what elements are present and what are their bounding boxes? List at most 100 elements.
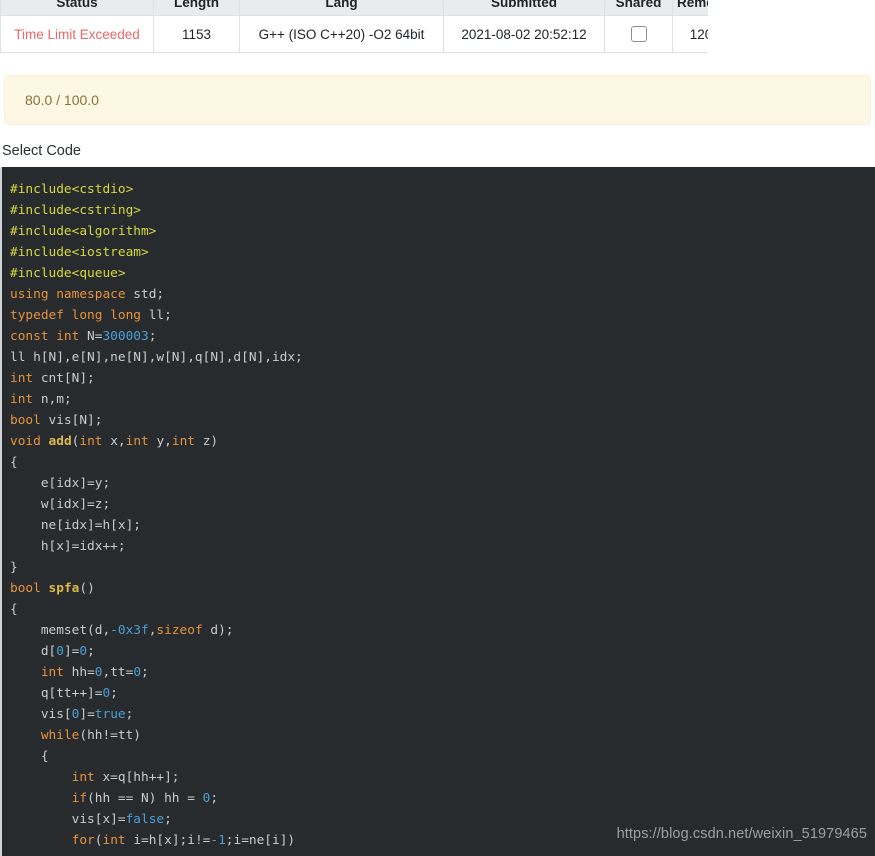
code-token: (hh == N) hh = [87, 791, 203, 806]
code-line: bool vis[N]; [10, 410, 875, 431]
code-token: int [10, 371, 34, 386]
cell-lang: G++ (ISO C++20) -O2 64bit [239, 15, 444, 53]
code-line: int cnt[N]; [10, 368, 875, 389]
column-header-remote-run-id: RemoteRunId [672, 0, 708, 16]
code-token: ,tt= [102, 665, 134, 680]
code-line: h[x]=idx++; [10, 536, 875, 557]
column-header-shared: Shared [604, 0, 673, 16]
code-token: h[x]=idx++; [10, 539, 126, 554]
code-token: if [71, 791, 88, 806]
code-token: y, [148, 434, 172, 449]
table-header-row: Status Length Lang Submitted Shared Remo… [0, 0, 708, 16]
code-token: #include<queue> [10, 266, 126, 281]
code-line: w[idx]=z; [10, 494, 875, 515]
code-token: memset(d, [10, 623, 111, 638]
code-line: bool spfa() [10, 578, 875, 599]
code-token: { [10, 602, 18, 617]
code-token: w[idx]=z; [10, 497, 111, 512]
status-badge: Time Limit Exceeded [14, 26, 140, 42]
code-line: d[0]=0; [10, 641, 875, 662]
code-token: () [79, 581, 95, 596]
code-line: memset(d,-0x3f,sizeof d); [10, 620, 875, 641]
code-token: n,m; [33, 392, 72, 407]
submission-table-body: Time Limit Exceeded 1153 G++ (ISO C++20)… [0, 15, 708, 53]
code-token: int [71, 770, 95, 785]
code-token: int [40, 665, 64, 680]
code-token: ll; [140, 308, 172, 323]
code-token: add [48, 434, 72, 449]
code-token: 0 [56, 644, 64, 659]
source-code-text: #include<cstdio> #include<cstring> #includ… [2, 179, 875, 851]
column-header-status: Status [0, 0, 154, 16]
table-row: Time Limit Exceeded 1153 G++ (ISO C++20)… [0, 15, 708, 53]
code-line: { [10, 452, 875, 473]
code-token: int [10, 392, 34, 407]
cell-submitted: 2021-08-02 20:52:12 [443, 15, 605, 53]
code-token: ; [110, 686, 118, 701]
code-line: while(hh!=tt) [10, 725, 875, 746]
code-token: std; [125, 287, 165, 302]
code-token: d); [202, 623, 234, 638]
code-line: #include<algorithm> [10, 221, 875, 242]
code-token: int [102, 833, 126, 848]
code-token: hh= [63, 665, 95, 680]
code-line: int hh=0,tt=0; [10, 662, 875, 683]
code-line: vis[0]=true; [10, 704, 875, 725]
code-token: while [40, 728, 80, 743]
code-line: int x=q[hh++]; [10, 767, 875, 788]
code-token: #include<cstring> [10, 203, 141, 218]
code-line: ne[idx]=h[x]; [10, 515, 875, 536]
code-token: 0 [102, 686, 111, 701]
code-line: e[idx]=y; [10, 473, 875, 494]
code-token: -0x3f [110, 623, 149, 638]
code-token: ]= [79, 707, 95, 722]
code-line: #include<iostream> [10, 242, 875, 263]
code-token: z) [195, 434, 219, 449]
code-token: q[tt++]= [10, 686, 103, 701]
code-token: spfa [48, 581, 80, 596]
select-code-label: Select Code [2, 143, 81, 159]
cell-length: 1153 [153, 15, 240, 53]
submission-table-head: Status Length Lang Submitted Shared Remo… [0, 0, 708, 16]
code-token: int [171, 434, 196, 449]
code-token: ll h[N],e[N],ne[N],w[N],q[N],d[N],idx; [10, 350, 303, 365]
code-token: 0 [79, 644, 88, 659]
code-token: #include<algorithm> [10, 224, 157, 239]
code-token: #include<cstdio> [10, 182, 134, 197]
code-token: void [10, 434, 41, 449]
code-token: 300003 [102, 329, 149, 344]
code-token: using namespace [10, 287, 126, 302]
source-code-viewer[interactable]: #include<cstdio> #include<cstring> #includ… [0, 167, 875, 856]
code-token: ne[idx]=h[x]; [10, 518, 141, 533]
code-token: ;i=ne[i]) [225, 833, 296, 848]
code-line: #include<queue> [10, 263, 875, 284]
code-token: int [79, 434, 103, 449]
code-line: const int N=300003; [10, 326, 875, 347]
code-line: typedef long long ll; [10, 305, 875, 326]
column-header-length: Length [153, 0, 240, 16]
code-token: { [10, 455, 18, 470]
code-line: #include<cstring> [10, 200, 875, 221]
shared-checkbox[interactable] [630, 26, 647, 43]
code-token: cnt[N]; [33, 371, 95, 386]
code-token: e[idx]=y; [10, 476, 111, 491]
code-token: 0 [133, 665, 142, 680]
code-line: q[tt++]=0; [10, 683, 875, 704]
code-token: true [94, 707, 126, 722]
code-token: int [125, 434, 149, 449]
code-token: vis[x]= [10, 812, 126, 827]
code-line: } [10, 557, 875, 578]
code-token: bool [10, 581, 41, 596]
code-line: int n,m; [10, 389, 875, 410]
code-token: bool [10, 413, 41, 428]
code-line: #include<cstdio> [10, 179, 875, 200]
code-token: ]= [63, 644, 80, 659]
code-token: ; [210, 791, 219, 806]
code-token: ; [164, 812, 172, 827]
code-token: i=h[x];i!= [125, 833, 211, 848]
